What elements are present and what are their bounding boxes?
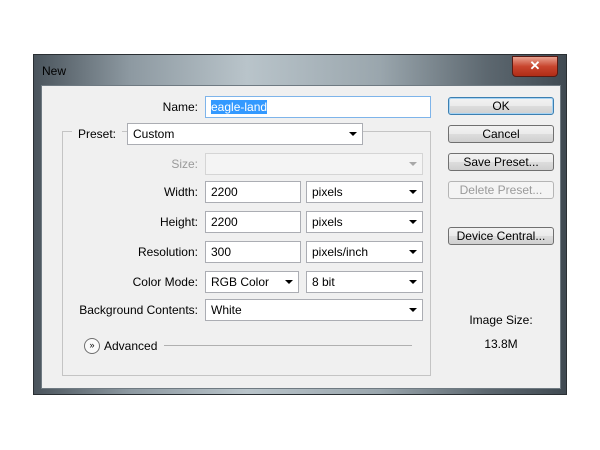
image-size-value: 13.8M [484,337,518,351]
chevron-down-icon [409,190,417,194]
ok-button[interactable]: OK [448,97,554,115]
width-unit-value: pixels [312,185,343,199]
resolution-label: Resolution: [137,245,198,259]
dialog-title: New [42,64,67,78]
chevron-down-icon [409,280,417,284]
name-label: Name: [162,100,198,114]
chevron-down-icon [409,250,417,254]
dialog-body: Name: eagle-land Preset: Custom Size: Wi… [41,85,561,389]
background-contents-value: White [211,303,242,317]
delete-preset-button: Delete Preset... [448,181,554,199]
chevron-down-icon [349,132,357,136]
name-value: eagle-land [211,100,268,114]
color-mode-select[interactable]: RGB Color [205,271,299,293]
expand-chevrons-icon[interactable]: » [84,338,100,354]
advanced-divider [164,345,412,346]
bit-depth-value: 8 bit [312,275,335,289]
chevron-down-icon [409,220,417,224]
save-preset-button[interactable]: Save Preset... [448,153,554,171]
preset-label: Preset: [72,127,123,141]
preset-value: Custom [133,127,175,141]
chevron-down-icon [409,162,417,166]
size-label: Size: [171,157,198,171]
cancel-button[interactable]: Cancel [448,125,554,143]
width-input[interactable]: 2200 [205,181,301,203]
chevron-down-icon [285,280,293,284]
background-contents-select[interactable]: White [205,299,423,321]
width-unit-select[interactable]: pixels [306,181,423,203]
height-unit-select[interactable]: pixels [306,211,423,233]
advanced-label[interactable]: Advanced [104,339,157,353]
resolution-input[interactable]: 300 [205,241,301,263]
chevron-down-icon [409,308,417,312]
close-button[interactable]: ✕ [512,56,558,77]
preset-select[interactable]: Custom [127,123,363,145]
height-label: Height: [159,215,198,229]
new-document-dialog: New ✕ Name: eagle-land Preset: Custom Si… [34,55,566,394]
color-mode-label: Color Mode: [132,275,198,289]
size-select [205,153,423,175]
resolution-unit-select[interactable]: pixels/inch [306,241,423,263]
close-icon: ✕ [529,58,541,73]
image-size-label: Image Size: [469,313,533,327]
bit-depth-select[interactable]: 8 bit [306,271,423,293]
name-input[interactable]: eagle-land [205,96,431,118]
device-central-button[interactable]: Device Central... [448,227,554,245]
height-input[interactable]: 2200 [205,211,301,233]
color-mode-value: RGB Color [211,275,270,289]
width-label: Width: [163,185,198,199]
height-unit-value: pixels [312,215,343,229]
resolution-unit-value: pixels/inch [312,245,369,259]
background-contents-label: Background Contents: [79,303,198,317]
